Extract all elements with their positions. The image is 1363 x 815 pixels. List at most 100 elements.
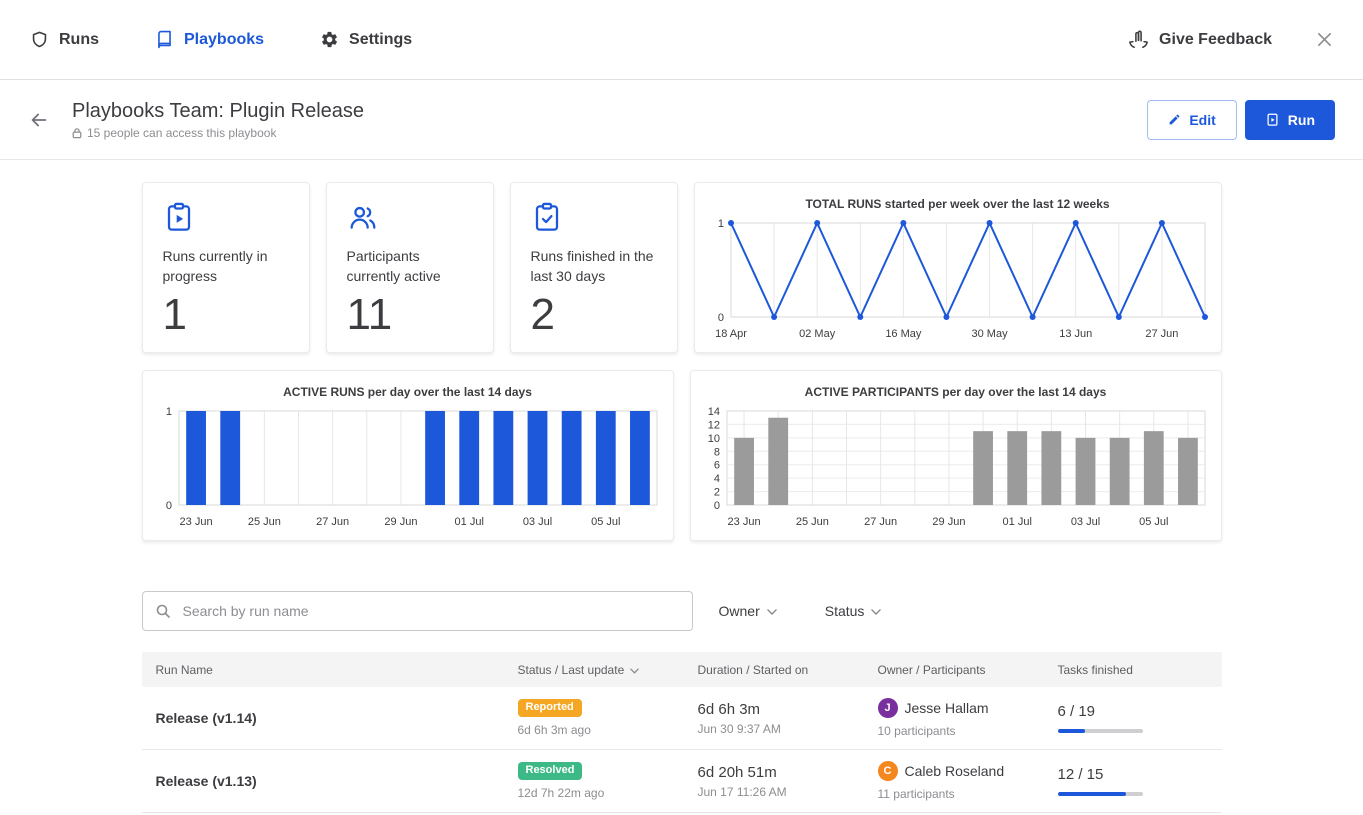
tasks-progress-fill	[1058, 792, 1126, 796]
svg-text:03 Jul: 03 Jul	[522, 516, 551, 528]
svg-text:6: 6	[713, 460, 719, 472]
svg-text:01 Jul: 01 Jul	[454, 516, 483, 528]
svg-text:29 Jun: 29 Jun	[384, 516, 417, 528]
status-filter-dropdown[interactable]: Status	[825, 603, 882, 619]
svg-text:0: 0	[717, 312, 723, 324]
svg-text:12: 12	[707, 419, 719, 431]
tasks-cell: 6 / 19	[1044, 687, 1222, 749]
stat-label: Participants currently active	[347, 246, 473, 286]
active-participants-chart: 0246810121423 Jun25 Jun27 Jun29 Jun01 Ju…	[691, 405, 1221, 533]
total-runs-chart-card: TOTAL RUNS started per week over the las…	[694, 182, 1222, 353]
give-feedback-button[interactable]: Give Feedback	[1128, 30, 1272, 49]
chart-canvas: 0246810121423 Jun25 Jun27 Jun29 Jun01 Ju…	[691, 405, 1221, 533]
nav-settings-label: Settings	[349, 31, 412, 49]
owner-line: J Jesse Hallam	[878, 698, 989, 718]
svg-text:25 Jun: 25 Jun	[247, 516, 280, 528]
run-name-cell: Release (v1.14)	[142, 687, 504, 749]
charts-row: ACTIVE RUNS per day over the last 14 day…	[142, 370, 1222, 541]
svg-text:29 Jun: 29 Jun	[932, 516, 965, 528]
svg-text:0: 0	[713, 500, 719, 512]
svg-text:25 Jun: 25 Jun	[795, 516, 828, 528]
run-button-label: Run	[1288, 112, 1315, 128]
nav-item-playbooks[interactable]: Playbooks	[155, 30, 264, 49]
svg-text:4: 4	[713, 473, 719, 485]
edit-button[interactable]: Edit	[1147, 100, 1236, 140]
column-header-duration: Duration / Started on	[684, 663, 864, 677]
header-actions: Edit Run	[1147, 100, 1335, 140]
tasks-cell: 12 / 15	[1044, 750, 1222, 812]
shield-runs-icon	[30, 30, 49, 49]
duration-cell: 6d 6h 3mJun 30 9:37 AM	[684, 687, 864, 749]
stats-row: Runs currently in progress 1 Participant…	[142, 182, 1222, 353]
back-arrow-icon[interactable]	[28, 109, 50, 131]
chevron-down-icon	[767, 609, 777, 615]
chart-title: ACTIVE RUNS per day over the last 14 day…	[143, 384, 673, 400]
sort-chevron-down-icon	[630, 668, 639, 674]
access-note: 15 people can access this playbook	[72, 126, 364, 140]
active-runs-chart-card: ACTIVE RUNS per day over the last 14 day…	[142, 370, 674, 541]
give-feedback-label: Give Feedback	[1159, 31, 1272, 49]
search-box	[142, 591, 693, 631]
nav-right: Give Feedback	[1128, 30, 1333, 49]
column-header-run-name: Run Name	[142, 663, 504, 677]
status-filter-label: Status	[825, 603, 865, 619]
status-badge: Reported	[518, 699, 582, 717]
tasks-progress-bar	[1058, 792, 1143, 796]
stat-value: 2	[531, 291, 657, 339]
tasks-finished-text: 6 / 19	[1058, 703, 1096, 720]
run-name-link[interactable]: Release (v1.14)	[156, 710, 257, 726]
last-update-text: 6d 6h 3m ago	[518, 723, 591, 737]
title-block: Playbooks Team: Plugin Release 15 people…	[72, 99, 364, 140]
svg-text:02 May: 02 May	[799, 328, 836, 340]
owner-filter-label: Owner	[719, 603, 760, 619]
table-row[interactable]: Release (v1.14) Reported 6d 6h 3m ago 6d 6h…	[142, 687, 1222, 750]
owner-name: Jesse Hallam	[905, 700, 989, 716]
svg-text:23 Jun: 23 Jun	[179, 516, 212, 528]
avatar: J	[878, 698, 898, 718]
owner-name: Caleb Roseland	[905, 763, 1005, 779]
stat-card-participants-active: Participants currently active 11	[326, 182, 494, 353]
tasks-progress-fill	[1058, 729, 1085, 733]
table-row[interactable]: Release (v1.13)Resolved12d 7h 22m ago6d …	[142, 750, 1222, 813]
column-header-status[interactable]: Status / Last update	[504, 663, 684, 677]
owner-line: CCaleb Roseland	[878, 761, 1005, 781]
search-icon	[155, 603, 171, 619]
page-title: Playbooks Team: Plugin Release	[72, 99, 364, 123]
runs-table-header: Run Name Status / Last update Duration /…	[142, 652, 1222, 687]
chart-title: TOTAL RUNS started per week over the las…	[695, 196, 1221, 212]
column-header-tasks: Tasks finished	[1044, 663, 1222, 677]
top-nav: Runs Playbooks Settings Give Feedback	[0, 0, 1363, 80]
svg-text:14: 14	[707, 406, 719, 418]
started-on-text: Jun 30 9:37 AM	[698, 722, 781, 736]
total-runs-chart: 0118 Apr02 May16 May30 May13 Jun27 Jun	[695, 217, 1221, 345]
playbook-header: Playbooks Team: Plugin Release 15 people…	[0, 80, 1363, 160]
svg-text:10: 10	[707, 433, 719, 445]
svg-text:27 Jun: 27 Jun	[1145, 328, 1178, 340]
svg-text:23 Jun: 23 Jun	[727, 516, 760, 528]
run-name-cell: Release (v1.13)	[142, 750, 504, 812]
svg-text:16 May: 16 May	[885, 328, 922, 340]
svg-text:01 Jul: 01 Jul	[1002, 516, 1031, 528]
owner-filter-dropdown[interactable]: Owner	[719, 603, 777, 619]
started-on-text: Jun 17 11:26 AM	[698, 785, 787, 799]
active-runs-chart: 0123 Jun25 Jun27 Jun29 Jun01 Jul03 Jul05…	[143, 405, 673, 533]
tasks-finished-text: 12 / 15	[1058, 766, 1104, 783]
active-participants-chart-card: ACTIVE PARTICIPANTS per day over the las…	[690, 370, 1222, 541]
stat-card-runs-in-progress: Runs currently in progress 1	[142, 182, 310, 353]
clipboard-check-icon	[531, 201, 657, 233]
people-icon	[347, 201, 473, 233]
nav-item-settings[interactable]: Settings	[320, 30, 412, 49]
stat-value: 1	[163, 291, 289, 339]
run-name-link[interactable]: Release (v1.13)	[156, 773, 257, 789]
search-input[interactable]	[142, 591, 693, 631]
status-cell: Reported 6d 6h 3m ago	[504, 687, 684, 749]
close-icon[interactable]	[1316, 31, 1333, 48]
nav-item-runs[interactable]: Runs	[30, 30, 99, 49]
stat-label: Runs finished in the last 30 days	[531, 246, 657, 286]
chart-canvas: 0123 Jun25 Jun27 Jun29 Jun01 Jul03 Jul05…	[143, 405, 673, 533]
run-button[interactable]: Run	[1245, 100, 1335, 140]
access-note-text: 15 people can access this playbook	[87, 126, 276, 140]
participants-text: 10 participants	[878, 724, 956, 738]
svg-text:03 Jul: 03 Jul	[1070, 516, 1099, 528]
lock-icon	[72, 127, 82, 139]
